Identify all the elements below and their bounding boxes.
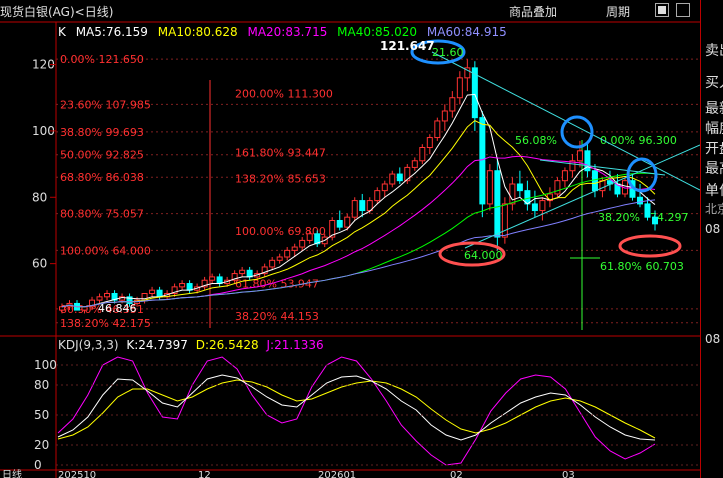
sidebar-last: 最新	[705, 101, 723, 117]
candle-body	[411, 160, 418, 168]
candle-body	[494, 170, 501, 238]
kdj-tick: 100	[34, 358, 57, 372]
sidebar-unit: 单位	[705, 183, 723, 199]
fib-center-label: 161.80% 93.447	[235, 147, 326, 160]
date-tick: 日线	[2, 468, 22, 478]
candle-body	[276, 256, 283, 261]
fib-left-label: 138.20% 42.175	[60, 317, 151, 330]
sidebar-change: 幅度	[705, 121, 723, 137]
candle-body	[652, 216, 658, 225]
date-tick: 202510	[58, 470, 96, 478]
ma5-line	[61, 93, 656, 308]
sidebar-buy: 买入	[705, 75, 723, 91]
candle-body	[359, 200, 366, 212]
fib-center-label: 138.20% 85.653	[235, 173, 326, 186]
candle-body	[179, 283, 186, 288]
candle-body	[561, 170, 568, 182]
candle-body	[404, 166, 411, 182]
candle-body	[104, 293, 111, 298]
candle-body	[441, 110, 448, 122]
price-chart[interactable]: 0.00% 121.650 23.60% 107.985 38.80% 99.693…	[0, 0, 700, 478]
candle-body	[299, 239, 306, 248]
kdj-tick: 0	[34, 458, 42, 472]
fib-left-label: 23.60% 107.985	[60, 98, 151, 111]
fib-right-label: 38.20%	[598, 211, 640, 224]
fib-left-label: 100.00% 64.000	[60, 244, 151, 257]
recent-low-label: 46.846	[98, 302, 137, 315]
candle-body	[156, 289, 163, 298]
candle-body	[246, 269, 253, 278]
candle-body	[576, 150, 583, 162]
fib-left-label: 68.80% 86.038	[60, 171, 144, 184]
candle-body	[419, 147, 426, 162]
ma40-line	[61, 172, 656, 308]
candle-body	[591, 170, 598, 192]
candle-body	[216, 276, 223, 285]
candle-body	[456, 77, 463, 99]
sidebar-sell: 卖出	[705, 43, 723, 59]
date-tick: 12	[198, 470, 211, 478]
fib-left-label: 38.80% 99.693	[60, 126, 144, 139]
candle-body	[306, 233, 313, 241]
fib-right-label: 0.00% 96.300	[600, 134, 677, 147]
candle-body	[239, 269, 246, 275]
candle-body	[509, 183, 516, 205]
candle-body	[149, 289, 156, 295]
date-tick: 03	[562, 470, 575, 478]
quote-sidebar: 卖出 买入 最新 幅度 开盘 最高 单位 北京 08 08	[700, 0, 723, 478]
price-tick: 60	[32, 257, 47, 271]
candle-body	[516, 183, 523, 192]
peak-circle-label: 21.60	[432, 46, 464, 59]
candle-body	[644, 203, 651, 218]
candle-body	[344, 216, 351, 228]
kdj-tick: 50	[34, 408, 49, 422]
candle-body	[59, 306, 65, 311]
sidebar-high: 最高	[705, 161, 723, 177]
date-tick: 02	[450, 470, 463, 478]
fib-left-label: 50.00% 92.825	[60, 149, 144, 162]
candle-body	[531, 203, 538, 212]
sidebar-beijing: 北京	[705, 202, 723, 216]
candle-body	[501, 203, 508, 238]
candle-body	[554, 180, 561, 195]
candle-body	[434, 120, 441, 139]
sidebar-time-1: 08	[705, 222, 721, 236]
candle-body	[396, 173, 403, 182]
candle-body	[186, 283, 193, 291]
candle-body	[599, 180, 606, 192]
candle-body	[539, 200, 546, 212]
recent-low-circle	[618, 234, 682, 258]
candle-body	[291, 246, 298, 251]
candle-body	[381, 183, 388, 192]
kdj-tick: 80	[34, 378, 49, 392]
sidebar-time-2: 08	[705, 332, 721, 346]
candle-body	[336, 220, 343, 228]
fib-left-label: 80.80% 75.057	[60, 208, 144, 221]
candle-body	[374, 190, 381, 202]
candle-body	[479, 117, 486, 205]
candle-body	[96, 296, 103, 301]
candle-body	[269, 259, 276, 268]
candle-body	[486, 170, 493, 205]
fib-center-label: 38.20% 44.153	[235, 310, 319, 323]
date-tick: 202601	[318, 470, 356, 478]
fib-right-label: 56.08%	[515, 134, 557, 147]
price-tick: 80	[32, 190, 47, 204]
candle-body	[426, 137, 433, 149]
candle-body	[449, 97, 456, 112]
candle-body	[284, 249, 291, 258]
kdj-tick: 20	[34, 438, 49, 452]
fib-right-label: 61.80% 60.703	[600, 260, 684, 273]
low-label: 64.000	[464, 249, 503, 262]
fib-center-label: 200.00% 111.300	[235, 87, 333, 100]
peak-label: 121.647	[380, 39, 435, 53]
candle-body	[389, 173, 396, 185]
kdj-j-line	[57, 356, 656, 466]
candle-body	[636, 196, 643, 205]
fib-left-label: 0.00% 121.650	[60, 53, 144, 66]
sidebar-open: 开盘	[705, 141, 723, 157]
candle-body	[209, 276, 216, 281]
candle-body	[351, 200, 358, 218]
